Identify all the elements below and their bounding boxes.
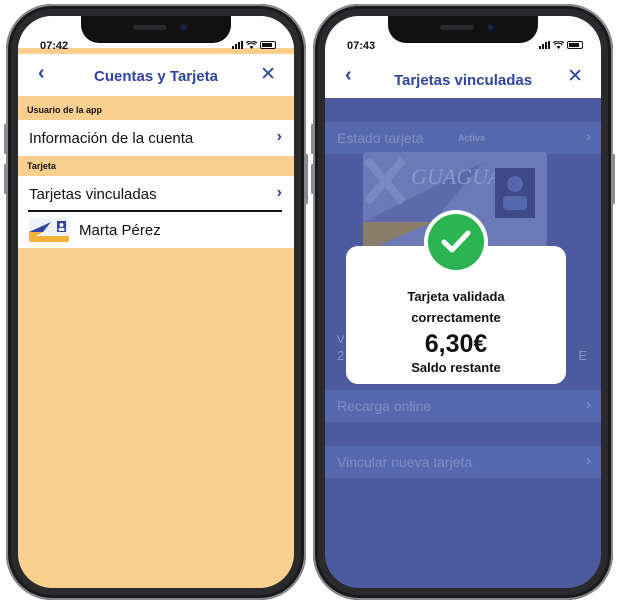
section-header-card: Tarjeta [18, 156, 294, 176]
page-title: Tarjetas vinculadas [393, 72, 533, 89]
modal-message: Tarjeta validada correctamente [346, 286, 566, 328]
chevron-right-icon: › [276, 128, 282, 145]
phone-frame-left: 07:42 ‹ Cuentas y Tarjeta ✕ Usuario de l… [4, 4, 308, 600]
battery-icon [260, 41, 276, 49]
row-label: Información de la cuenta [29, 130, 194, 147]
volume-button [4, 164, 7, 194]
modal-line-2: correctamente [411, 310, 501, 325]
page-title: Cuentas y Tarjeta [94, 68, 218, 85]
wifi-icon [246, 41, 257, 49]
linked-cards-row[interactable]: Tarjetas vinculadas › [18, 176, 294, 212]
section-header-user: Usuario de la app [18, 100, 294, 120]
signal-icon [539, 41, 550, 49]
power-button [612, 154, 615, 204]
chevron-right-icon: › [586, 452, 591, 468]
recharge-online-row[interactable]: Recarga online › [325, 390, 601, 422]
guagua-card-icon [29, 218, 69, 242]
close-button[interactable]: ✕ [567, 65, 583, 88]
linked-card-item[interactable]: Marta Pérez [18, 212, 294, 248]
status-badge: Activa [458, 133, 486, 143]
nav-bar: ‹ Tarjetas vinculadas ✕ [325, 48, 601, 98]
modal-line-1: Tarjeta validada [407, 289, 505, 304]
chevron-right-icon: › [276, 184, 282, 201]
status-time: 07:42 [40, 40, 69, 52]
wifi-icon [553, 41, 564, 49]
notch [81, 16, 231, 43]
close-button[interactable]: ✕ [260, 63, 276, 86]
background-text-fragment: E [578, 348, 587, 363]
phone-frame-right: 07:43 ‹ Tarjetas vinculadas ✕ Estado tar… [311, 4, 615, 600]
row-label: Tarjetas vinculadas [29, 186, 157, 203]
remaining-balance-label: Saldo restante [411, 360, 501, 375]
volume-button [311, 164, 314, 194]
status-time: 07:43 [347, 40, 376, 52]
card-state-row[interactable]: Estado tarjeta Activa › [325, 122, 601, 154]
background-text-fragment: 2 [337, 348, 345, 363]
link-new-card-row[interactable]: Vincular nueva tarjeta › [325, 446, 601, 478]
chevron-right-icon: › [586, 396, 591, 412]
row-label: Vincular nueva tarjeta [337, 454, 473, 470]
remaining-balance-amount: 6,30€ [424, 330, 488, 358]
volume-button [4, 124, 7, 154]
power-button [305, 154, 308, 204]
screen-right: 07:43 ‹ Tarjetas vinculadas ✕ Estado tar… [325, 16, 601, 588]
signal-icon [232, 41, 243, 49]
status-icons [539, 41, 583, 49]
row-label: Recarga online [337, 398, 432, 414]
notch [388, 16, 538, 43]
volume-button [311, 124, 314, 154]
battery-icon [567, 41, 583, 49]
status-icons [232, 41, 276, 49]
screen-left: 07:42 ‹ Cuentas y Tarjeta ✕ Usuario de l… [18, 16, 294, 588]
account-info-row[interactable]: Información de la cuenta › [18, 120, 294, 156]
chevron-right-icon: › [586, 128, 591, 144]
row-label: Estado tarjeta [337, 130, 424, 146]
check-circle-icon [428, 214, 484, 270]
card-brand: GUAGUA [411, 164, 502, 189]
background-text-fragment: V [337, 334, 345, 346]
nav-bar: ‹ Cuentas y Tarjeta ✕ [18, 54, 294, 96]
card-holder-name: Marta Pérez [79, 222, 161, 239]
